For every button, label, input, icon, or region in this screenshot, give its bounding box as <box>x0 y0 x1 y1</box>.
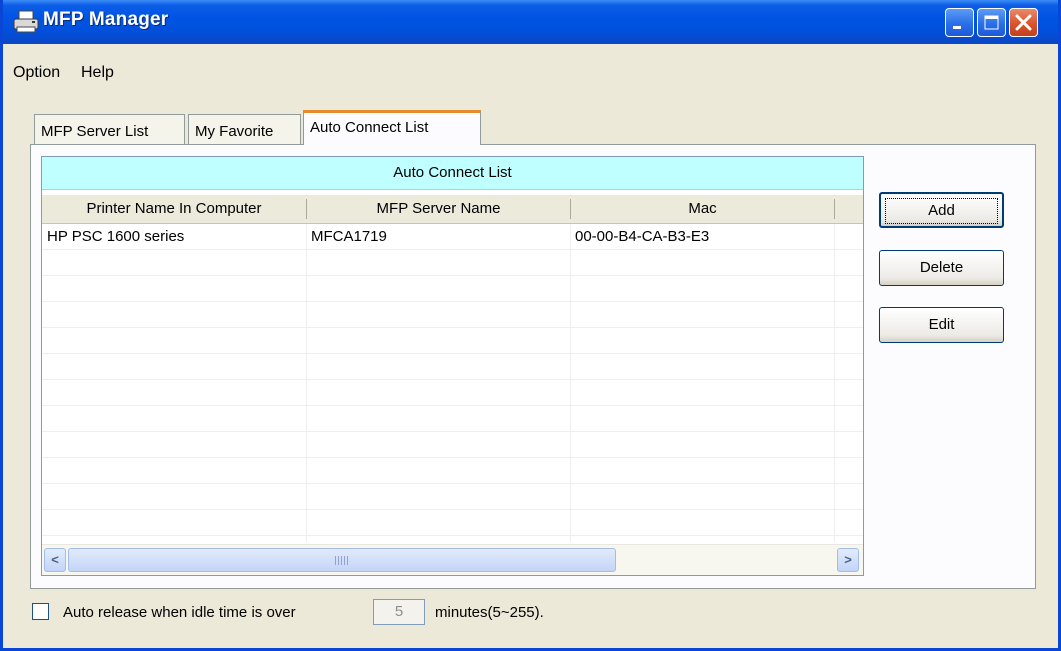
tab-auto-connect-list[interactable]: Auto Connect List <box>303 110 481 145</box>
tab-label: MFP Server List <box>41 123 149 140</box>
column-header-overflow[interactable] <box>835 195 863 223</box>
empty-row <box>42 302 863 328</box>
printer-icon <box>13 10 39 33</box>
scroll-left-button[interactable]: < <box>44 548 66 572</box>
list-rows: HP PSC 1600 series MFCA1719 00-00-B4-CA-… <box>42 224 863 542</box>
empty-row <box>42 354 863 380</box>
empty-row <box>42 250 863 276</box>
column-header-printer-name[interactable]: Printer Name In Computer <box>42 195 306 223</box>
maximize-button[interactable] <box>977 8 1006 37</box>
delete-button[interactable]: Delete <box>879 250 1004 286</box>
cell-printer-name: HP PSC 1600 series <box>47 228 185 245</box>
list-caption: Auto Connect List <box>42 157 863 190</box>
empty-row <box>42 458 863 484</box>
auto-release-checkbox[interactable] <box>32 603 49 620</box>
column-header-mac[interactable]: Mac <box>571 195 834 223</box>
idle-minutes-input[interactable]: 5 <box>373 599 425 625</box>
menu-option[interactable]: Option <box>13 64 60 82</box>
table-row[interactable]: HP PSC 1600 series MFCA1719 00-00-B4-CA-… <box>42 224 863 250</box>
horizontal-scrollbar[interactable]: < > <box>42 544 863 575</box>
tab-my-favorite[interactable]: My Favorite <box>188 114 301 144</box>
add-button-label: Add <box>885 198 998 224</box>
title-bar[interactable]: MFP Manager <box>3 0 1058 44</box>
minimize-button[interactable] <box>945 8 974 37</box>
grip-icon <box>335 556 349 565</box>
chevron-left-icon: < <box>51 552 59 567</box>
close-icon <box>1015 14 1032 31</box>
empty-row <box>42 510 863 536</box>
menu-option-label: Option <box>13 64 61 81</box>
delete-button-label: Delete <box>919 259 964 276</box>
tab-label: Auto Connect List <box>310 119 429 136</box>
empty-row <box>42 406 863 432</box>
menu-help[interactable]: Help <box>81 64 114 82</box>
column-header-row: Printer Name In Computer MFP Server Name… <box>42 195 863 224</box>
chevron-right-icon: > <box>844 552 852 567</box>
menu-bar: Option Help <box>3 60 1058 88</box>
cell-mfp-server-name: MFCA1719 <box>311 228 387 245</box>
empty-row <box>42 276 863 302</box>
maximize-icon <box>984 15 999 30</box>
edit-button[interactable]: Edit <box>879 307 1004 343</box>
empty-row <box>42 328 863 354</box>
empty-row <box>42 380 863 406</box>
scroll-thumb[interactable] <box>68 548 616 572</box>
minutes-range-label: minutes(5~255). <box>435 604 544 621</box>
close-button[interactable] <box>1009 8 1038 37</box>
scroll-right-button[interactable]: > <box>837 548 859 572</box>
tab-label: My Favorite <box>195 123 274 140</box>
auto-connect-list-view[interactable]: Auto Connect List Printer Name In Comput… <box>41 156 864 576</box>
edit-button-label: Edit <box>928 316 955 333</box>
window-title: MFP Manager <box>43 9 169 30</box>
cell-mac: 00-00-B4-CA-B3-E3 <box>575 228 710 245</box>
auto-release-label: Auto release when idle time is over <box>63 604 296 621</box>
menu-help-label: Help <box>81 64 114 81</box>
add-button[interactable]: Add <box>879 192 1004 228</box>
empty-row <box>42 484 863 510</box>
column-header-mfp-server-name[interactable]: MFP Server Name <box>307 195 570 223</box>
tab-mfp-server-list[interactable]: MFP Server List <box>34 114 185 144</box>
mfp-manager-window: MFP Manager Option Help MFP Server List … <box>0 0 1061 651</box>
minimize-icon <box>953 26 961 29</box>
empty-row <box>42 432 863 458</box>
